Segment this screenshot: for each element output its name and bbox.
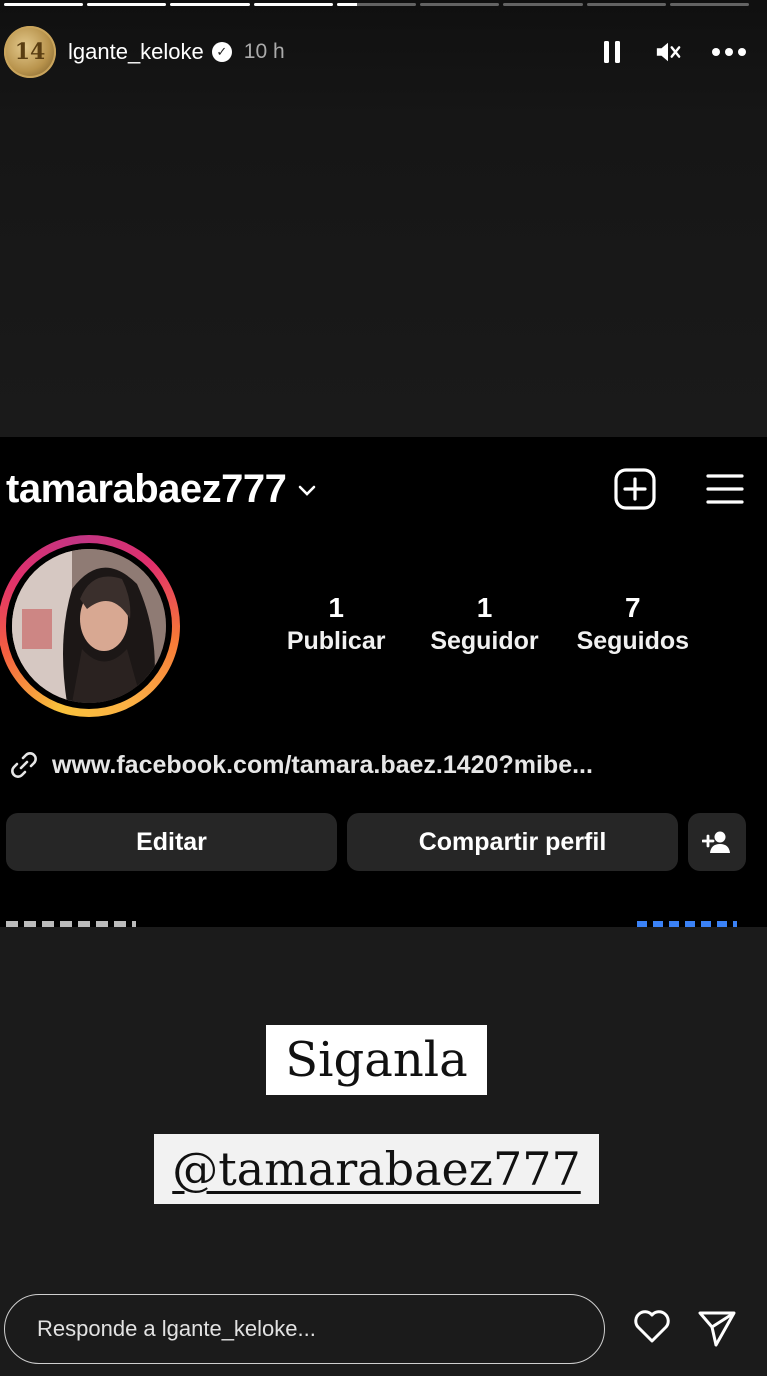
progress-segment-fill [87, 3, 167, 6]
mention-sticker[interactable]: @tamarabaez777 [154, 1134, 599, 1204]
story-username[interactable]: lgante_keloke [68, 39, 204, 65]
cut-off-row [0, 921, 767, 927]
story-header: 14 lgante_keloke ✓ 10 h [4, 24, 747, 80]
stat-following-value: 7 [625, 592, 641, 623]
reply-placeholder: Responde a lgante_keloke... [37, 1316, 316, 1341]
mute-icon[interactable] [655, 39, 681, 65]
stat-following-label: Seguidos [576, 627, 690, 655]
new-post-icon[interactable] [613, 467, 657, 511]
progress-segment-fill [336, 3, 357, 6]
story-header-actions [599, 39, 747, 65]
cut-off-text [6, 921, 136, 927]
progress-segment [503, 3, 583, 6]
progress-segment [420, 3, 500, 6]
profile-username-text: tamarabaez777 [6, 467, 287, 511]
progress-segment [87, 3, 167, 6]
sticker-text-2: @tamarabaez777 [172, 1142, 581, 1196]
reply-input[interactable]: Responde a lgante_keloke... [4, 1294, 605, 1364]
progress-segment [4, 3, 84, 6]
stat-followers-value: 1 [476, 592, 493, 623]
heart-icon[interactable] [632, 1306, 672, 1346]
profile-screenshot: tamarabaez777 1 Publicar 1 Seguidor 7 Se… [0, 437, 767, 927]
stat-posts[interactable]: 1 Publicar [262, 591, 410, 657]
stat-followers[interactable]: 1 Seguidor [410, 591, 558, 657]
progress-segment [170, 3, 250, 6]
progress-segment [253, 3, 333, 6]
profile-avatar-border [6, 543, 172, 709]
chevron-down-icon [299, 485, 316, 496]
profile-avatar-ring[interactable] [0, 535, 180, 717]
text-sticker-siganla: Siganla [266, 1025, 487, 1095]
progress-segment-fill [4, 3, 84, 6]
progress-segment [669, 3, 749, 6]
add-user-button[interactable] [688, 813, 746, 871]
menu-icon[interactable] [705, 471, 745, 507]
cut-off-link [637, 921, 737, 927]
pause-icon[interactable] [599, 39, 625, 65]
story-progress-bar [4, 3, 749, 6]
story-avatar[interactable]: 14 [4, 26, 56, 78]
story-time: 10 h [243, 40, 285, 63]
send-icon[interactable] [697, 1309, 737, 1349]
stat-posts-label: Publicar [286, 627, 386, 655]
edit-profile-button[interactable]: Editar [6, 813, 337, 871]
progress-segment [586, 3, 666, 6]
progress-segment-fill [170, 3, 250, 6]
profile-link-text: www.facebook.com/tamara.baez.1420?mibe..… [52, 750, 593, 779]
progress-segment-fill [253, 3, 333, 6]
progress-segment [336, 3, 417, 6]
stat-following[interactable]: 7 Seguidos [559, 591, 707, 657]
sticker-text-1: Siganla [285, 1032, 468, 1088]
profile-avatar-photo [12, 549, 166, 703]
stat-posts-value: 1 [328, 592, 344, 623]
profile-link[interactable]: www.facebook.com/tamara.baez.1420?mibe..… [8, 749, 593, 781]
stat-followers-label: Seguidor [430, 627, 539, 655]
verified-badge-icon: ✓ [211, 42, 232, 62]
link-icon [11, 752, 37, 778]
add-user-icon [702, 831, 730, 853]
share-profile-button[interactable]: Compartir perfil [347, 813, 678, 871]
profile-username[interactable]: tamarabaez777 [6, 467, 318, 512]
profile-stats: 1 Publicar 1 Seguidor 7 Seguidos [262, 591, 707, 657]
profile-actions: Editar Compartir perfil [6, 813, 747, 871]
more-options-icon[interactable] [711, 39, 747, 65]
